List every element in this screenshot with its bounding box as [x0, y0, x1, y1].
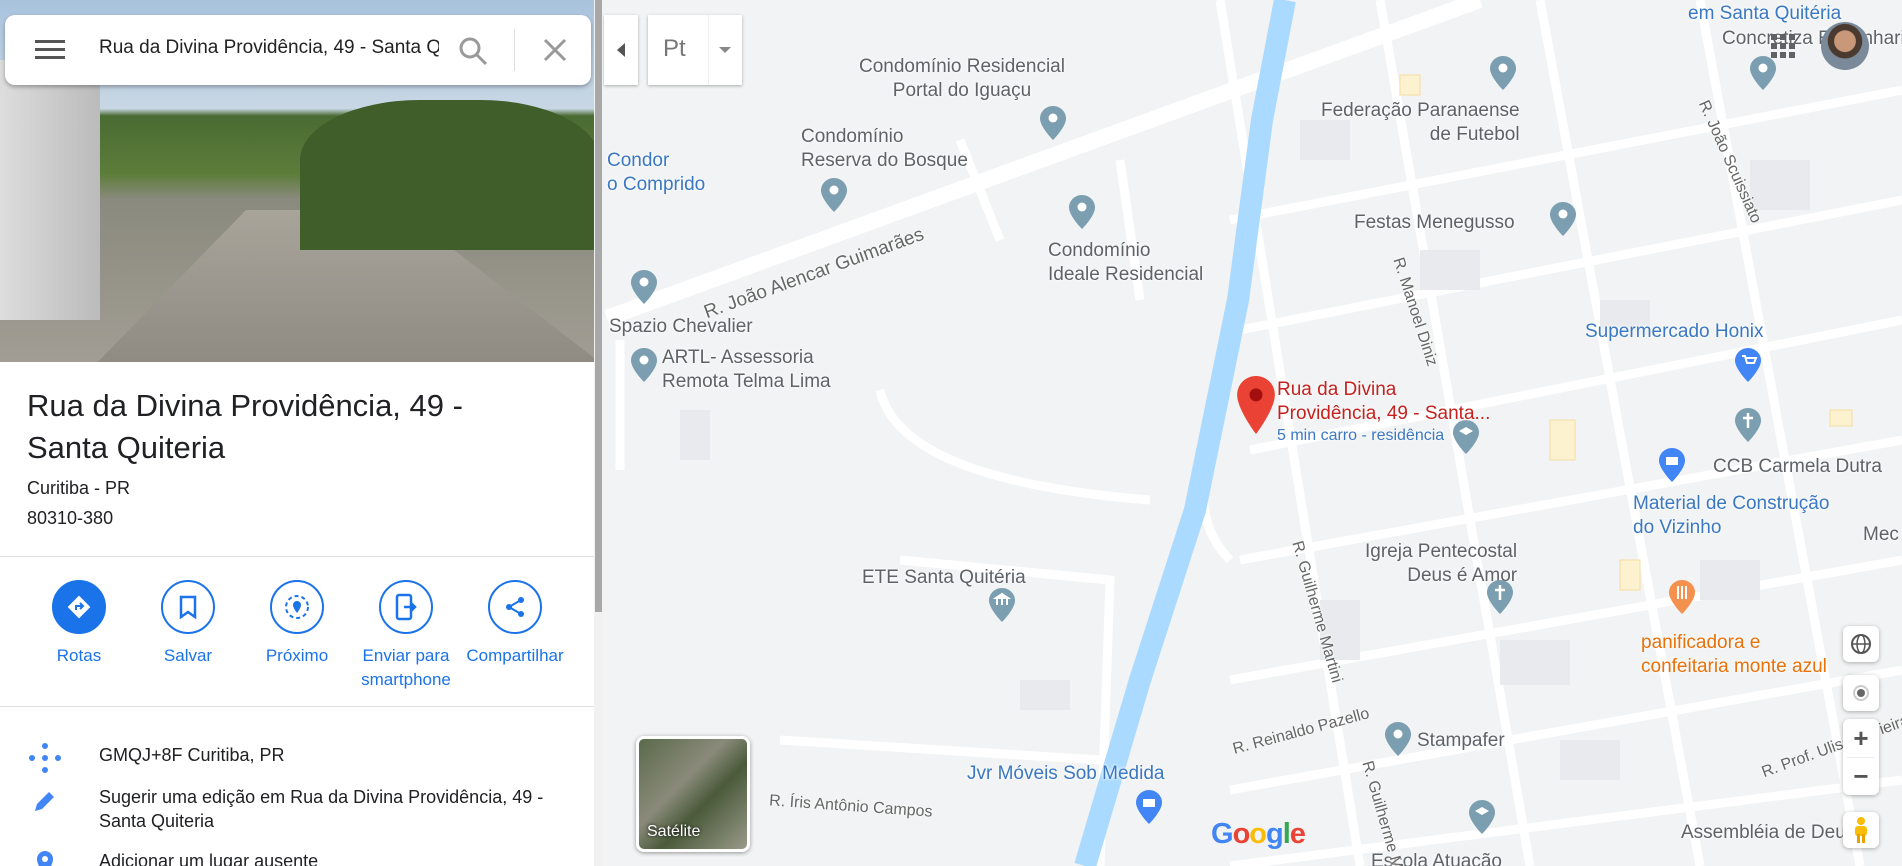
globe-view-button[interactable] — [1843, 626, 1879, 662]
label-festas[interactable]: Festas Menegusso — [1354, 211, 1515, 235]
globe-icon — [1851, 634, 1871, 654]
collapse-panel-button[interactable] — [604, 15, 638, 85]
label-spazio[interactable]: Spazio Chevalier — [609, 315, 753, 339]
satellite-toggle[interactable]: Satélite — [636, 736, 750, 852]
search-input[interactable]: Rua da Divina Providência, 49 - Santa Qu… — [99, 37, 439, 59]
directions-icon — [67, 595, 91, 619]
label-ccb[interactable]: CCB Carmela Dutra — [1713, 455, 1882, 479]
poi-pin-icon[interactable] — [631, 270, 657, 304]
zoom-out-button[interactable]: − — [1847, 757, 1875, 795]
scrollbar-thumb[interactable] — [595, 0, 602, 612]
label-ideale[interactable]: Condomínio Ideale Residencial — [1048, 239, 1203, 287]
label-panificadora[interactable]: panificadora e confeitaria monte azul — [1641, 631, 1827, 679]
store-pin-icon[interactable] — [1136, 790, 1162, 824]
poi-pin-icon[interactable] — [1750, 56, 1776, 90]
place-city: Curitiba - PR — [27, 478, 131, 498]
poi-pin-icon[interactable] — [1550, 202, 1576, 236]
poi-pin-icon[interactable] — [1490, 56, 1516, 90]
place-title-line-2: Santa Quiteria — [27, 430, 226, 465]
send-to-phone-button[interactable]: Enviar para smartphone — [351, 580, 461, 692]
label-mec[interactable]: Mec — [1863, 523, 1899, 547]
place-panel: Rua da Divina Providência, 49 - Santa Qu… — [0, 0, 594, 866]
selected-location-label[interactable]: Rua da Divina Providência, 49 - Santa... — [1277, 378, 1490, 426]
label-federacao[interactable]: Federação Paranaense de Futebol — [1321, 99, 1520, 147]
label-artl[interactable]: ARTL- Assessoria Remota Telma Lima — [662, 346, 831, 394]
save-button[interactable]: Salvar — [133, 580, 243, 668]
label-concretiza[interactable]: Concretiza Engenharia — [1722, 27, 1902, 51]
my-location-button[interactable] — [1843, 675, 1879, 711]
close-icon[interactable] — [542, 37, 568, 63]
label-portal[interactable]: Condomínio Residencial Portal do Iguaçu — [859, 55, 1065, 103]
nearby-icon — [285, 595, 309, 619]
label-material[interactable]: Material de Construção do Vizinho — [1633, 492, 1829, 540]
caret-left-icon — [617, 43, 625, 57]
poi-pin-icon[interactable] — [631, 348, 657, 382]
dropdown-arrow-icon[interactable] — [719, 47, 731, 53]
label-ete[interactable]: ETE Santa Quitéria — [862, 566, 1026, 590]
pegman-icon — [1855, 817, 1867, 843]
institution-pin-icon[interactable] — [989, 588, 1015, 622]
travel-time-label: 5 min carro - residência — [1277, 427, 1445, 444]
apps-grid-icon[interactable] — [1771, 34, 1795, 58]
menu-icon[interactable] — [35, 40, 65, 60]
poi-pin-icon[interactable] — [1069, 195, 1095, 229]
send-to-phone-icon — [395, 593, 417, 621]
zoom-controls: + − — [1843, 719, 1879, 795]
store-pin-icon[interactable] — [1659, 448, 1685, 482]
label-stampafer[interactable]: Stampafer — [1417, 729, 1505, 753]
search-box: Rua da Divina Providência, 49 - Santa Qu… — [5, 15, 591, 85]
nearby-button[interactable]: Próximo — [242, 580, 352, 668]
street-view-pegman-button[interactable] — [1843, 812, 1879, 848]
directions-button[interactable]: Rotas — [24, 580, 134, 668]
church-pin-icon[interactable] — [1735, 408, 1761, 442]
poi-pin-icon[interactable] — [1040, 106, 1066, 140]
share-icon — [506, 597, 524, 617]
divider — [0, 556, 594, 557]
search-icon[interactable] — [457, 35, 489, 67]
selected-location-marker-icon[interactable] — [1237, 376, 1275, 434]
place-pin-icon — [37, 851, 53, 866]
share-button[interactable]: Compartilhar — [460, 580, 570, 668]
panel-scrollbar[interactable] — [594, 0, 603, 866]
label-santa-quiteria[interactable]: em Santa Quitéria — [1688, 2, 1841, 26]
label-honix[interactable]: Supermercado Honix — [1585, 320, 1763, 344]
church-pin-icon[interactable] — [1487, 580, 1513, 614]
poi-pin-icon[interactable] — [821, 178, 847, 212]
place-postal-code: 80310-380 — [27, 508, 114, 528]
school-pin-icon[interactable] — [1469, 800, 1495, 834]
zoom-in-button[interactable]: + — [1853, 719, 1868, 757]
label-reserva[interactable]: Condomínio Reserva do Bosque — [801, 125, 968, 173]
label-jvr[interactable]: Jvr Móveis Sob Medida — [967, 762, 1164, 786]
label-assembleia[interactable]: Assembléia de Deus — [1681, 821, 1855, 845]
layer-selector[interactable]: Pt — [648, 15, 742, 85]
shopping-cart-pin-icon[interactable] — [1735, 348, 1761, 382]
map-canvas[interactable]: Condomínio Residencial Portal do Iguaçu C… — [603, 0, 1902, 866]
place-title-line-1: Rua da Divina Providência, 49 - — [27, 388, 463, 423]
plus-code-icon — [29, 743, 61, 773]
restaurant-pin-icon[interactable] — [1669, 580, 1695, 614]
satellite-label: Satélite — [647, 823, 701, 840]
label-condor[interactable]: Condor o Comprido — [607, 149, 705, 197]
bookmark-icon — [179, 595, 197, 619]
user-avatar[interactable] — [1821, 22, 1869, 70]
layer-label: Pt — [663, 35, 686, 62]
poi-pin-icon[interactable] — [1385, 722, 1411, 756]
divider — [0, 706, 594, 707]
google-logo: Google — [1211, 818, 1306, 850]
pencil-icon — [35, 792, 54, 811]
my-location-icon — [1853, 685, 1869, 701]
